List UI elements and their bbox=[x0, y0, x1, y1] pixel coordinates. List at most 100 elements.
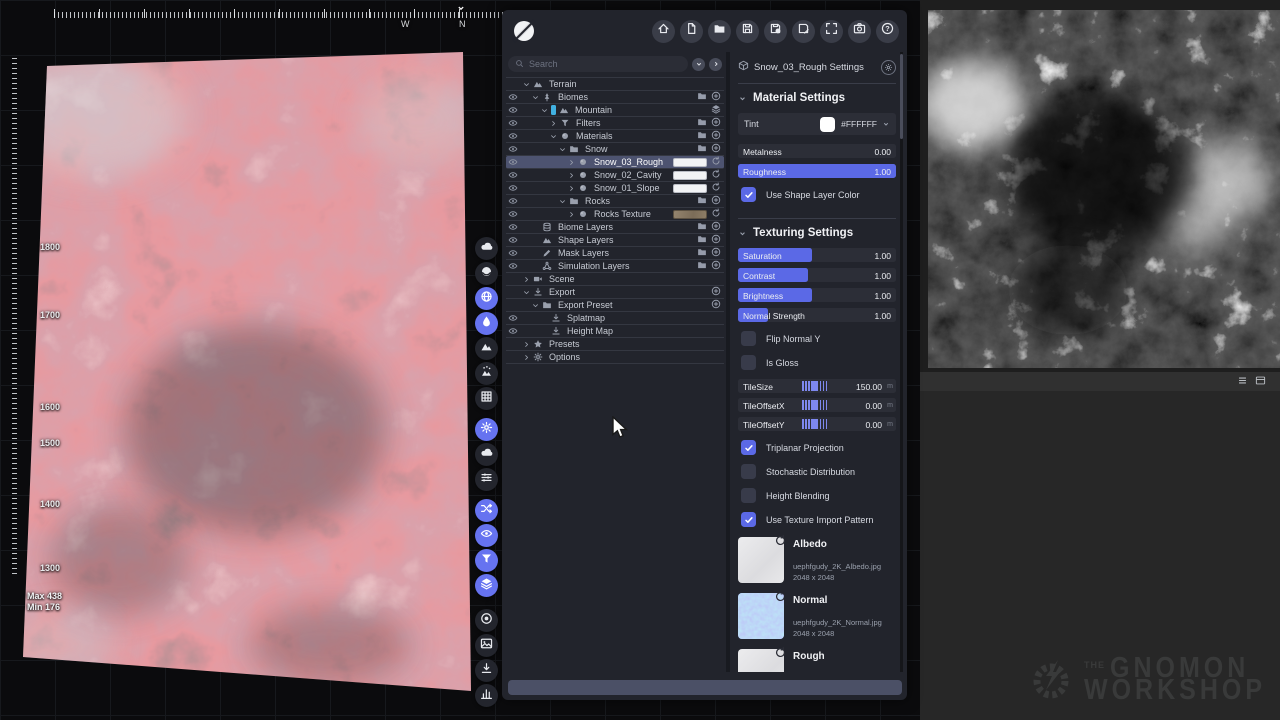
stats-tool-button[interactable] bbox=[475, 684, 498, 707]
visibility-eye-icon[interactable] bbox=[508, 209, 522, 219]
texture-thumbnail-normal[interactable] bbox=[738, 593, 784, 639]
cloud-tool-button[interactable] bbox=[475, 443, 498, 466]
visibility-eye-icon[interactable] bbox=[508, 131, 522, 141]
chevron-down-icon[interactable] bbox=[531, 301, 542, 310]
search-field[interactable] bbox=[508, 56, 688, 72]
image-tool-button[interactable] bbox=[475, 634, 498, 657]
visibility-eye-icon[interactable] bbox=[508, 144, 522, 154]
save-edit-button[interactable] bbox=[792, 20, 815, 43]
chevron-down-icon[interactable] bbox=[522, 288, 533, 297]
gear-tool-button[interactable] bbox=[475, 418, 498, 441]
download-tool-button[interactable] bbox=[475, 659, 498, 682]
refresh-icon[interactable] bbox=[774, 646, 787, 659]
tree-row-height-map[interactable]: Height Map bbox=[506, 325, 724, 338]
chevron-right-icon[interactable] bbox=[522, 353, 533, 362]
tree-row-filters[interactable]: Filters bbox=[506, 117, 724, 130]
visibility-eye-icon[interactable] bbox=[508, 313, 522, 323]
tint-color-field[interactable]: Tint #FFFFFF bbox=[738, 113, 896, 135]
slider-saturation[interactable]: Saturation1.00 bbox=[738, 248, 896, 262]
material-settings-section-header[interactable]: Material Settings bbox=[738, 92, 896, 104]
grid-tool-button[interactable] bbox=[475, 387, 498, 410]
tree-row-export-preset[interactable]: Export Preset bbox=[506, 299, 724, 312]
tree-row-simulation-layers[interactable]: Simulation Layers bbox=[506, 260, 724, 273]
slider-metalness[interactable]: Metalness0.00 bbox=[738, 144, 896, 158]
chevron-right-icon[interactable] bbox=[522, 275, 533, 284]
visibility-eye-icon[interactable] bbox=[508, 235, 522, 245]
chevron-right-icon[interactable] bbox=[567, 184, 578, 193]
open-folder-button[interactable] bbox=[708, 20, 731, 43]
globe-tool-button[interactable] bbox=[475, 287, 498, 310]
expand-all-button[interactable] bbox=[709, 58, 722, 71]
visibility-tool-button[interactable] bbox=[475, 524, 498, 547]
slider-roughness[interactable]: Roughness1.00 bbox=[738, 164, 896, 178]
clouds-tool-button[interactable] bbox=[475, 237, 498, 260]
save-as-button[interactable] bbox=[764, 20, 787, 43]
tree-row-export[interactable]: Export bbox=[506, 286, 724, 299]
tree-row-splatmap[interactable]: Splatmap bbox=[506, 312, 724, 325]
tree-row-mountain[interactable]: Mountain bbox=[506, 104, 724, 117]
slider-brightness[interactable]: Brightness1.00 bbox=[738, 288, 896, 302]
texture-thumbnail-albedo[interactable] bbox=[738, 537, 784, 583]
tint-color-swatch[interactable] bbox=[820, 117, 835, 132]
refresh-icon[interactable] bbox=[774, 534, 787, 547]
tree-row-shape-layers[interactable]: Shape Layers bbox=[506, 234, 724, 247]
fit-view-button[interactable] bbox=[820, 20, 843, 43]
chevron-down-icon[interactable] bbox=[558, 145, 569, 154]
checkbox-height-blending[interactable] bbox=[741, 488, 756, 503]
chevron-right-icon[interactable] bbox=[522, 340, 533, 349]
chevron-right-icon[interactable] bbox=[567, 210, 578, 219]
home-button[interactable] bbox=[652, 20, 675, 43]
tree-row-terrain[interactable]: Terrain bbox=[506, 78, 724, 91]
chevron-right-icon[interactable] bbox=[567, 171, 578, 180]
visibility-eye-icon[interactable] bbox=[508, 326, 522, 336]
record-tool-button[interactable] bbox=[475, 609, 498, 632]
help-button[interactable]: ? bbox=[876, 20, 899, 43]
filter-tool-button[interactable] bbox=[475, 549, 498, 572]
chevron-down-icon[interactable] bbox=[522, 80, 533, 89]
chevron-down-icon[interactable] bbox=[549, 132, 560, 141]
checkbox-use-texture-import-pattern[interactable] bbox=[741, 512, 756, 527]
texture-thumbnail-rough[interactable] bbox=[738, 649, 784, 672]
terrain-tool-button[interactable] bbox=[475, 337, 498, 360]
group-folder-icon[interactable] bbox=[697, 257, 707, 275]
water-drop-tool-button[interactable] bbox=[475, 312, 498, 335]
visibility-eye-icon[interactable] bbox=[508, 248, 522, 258]
save-button[interactable] bbox=[736, 20, 759, 43]
terrain-scatter-tool-button[interactable] bbox=[475, 362, 498, 385]
checkbox-is-gloss[interactable] bbox=[741, 355, 756, 370]
slider-normal-strength[interactable]: Normal Strength1.00 bbox=[738, 308, 896, 322]
shuffle-tool-button[interactable] bbox=[475, 499, 498, 522]
inspector-settings-button[interactable] bbox=[881, 60, 896, 75]
list-view-icon[interactable] bbox=[1237, 373, 1248, 391]
texturing-settings-section-header[interactable]: Texturing Settings bbox=[738, 227, 896, 239]
tree-row-rocks-texture[interactable]: Rocks Texture bbox=[506, 208, 724, 221]
tree-row-presets[interactable]: Presets bbox=[506, 338, 724, 351]
drag-field-tilesize[interactable]: TileSize150.00m bbox=[738, 379, 896, 393]
tree-row-materials[interactable]: Materials bbox=[506, 130, 724, 143]
add-layer-icon[interactable] bbox=[711, 296, 721, 314]
search-input[interactable] bbox=[529, 59, 681, 69]
tree-row-options[interactable]: Options bbox=[506, 351, 724, 364]
visibility-eye-icon[interactable] bbox=[508, 118, 522, 128]
tint-dropdown-icon[interactable] bbox=[882, 120, 890, 128]
add-layer-icon[interactable] bbox=[711, 257, 721, 275]
tree-row-scene[interactable]: Scene bbox=[506, 273, 724, 286]
chevron-right-icon[interactable] bbox=[549, 119, 560, 128]
checkbox-flip-normal-y[interactable] bbox=[741, 331, 756, 346]
texture-map-preview[interactable] bbox=[928, 10, 1280, 368]
refresh-icon[interactable] bbox=[774, 593, 784, 603]
screenshot-button[interactable] bbox=[848, 20, 871, 43]
new-file-button[interactable] bbox=[680, 20, 703, 43]
chevron-down-icon[interactable] bbox=[531, 93, 542, 102]
tree-row-mask-layers[interactable]: Mask Layers bbox=[506, 247, 724, 260]
visibility-eye-icon[interactable] bbox=[508, 222, 522, 232]
layers-tool-button[interactable] bbox=[475, 574, 498, 597]
tree-row-biomes[interactable]: Biomes bbox=[506, 91, 724, 104]
chevron-down-icon[interactable] bbox=[540, 106, 551, 115]
list-settings-tool-button[interactable] bbox=[475, 468, 498, 491]
drag-field-tileoffsetx[interactable]: TileOffsetX0.00m bbox=[738, 398, 896, 412]
checkbox-triplanar-projection[interactable] bbox=[741, 440, 756, 455]
visibility-eye-icon[interactable] bbox=[508, 105, 522, 115]
checkbox-stochastic-distribution[interactable] bbox=[741, 464, 756, 479]
inspector-scrollbar[interactable] bbox=[900, 52, 903, 672]
